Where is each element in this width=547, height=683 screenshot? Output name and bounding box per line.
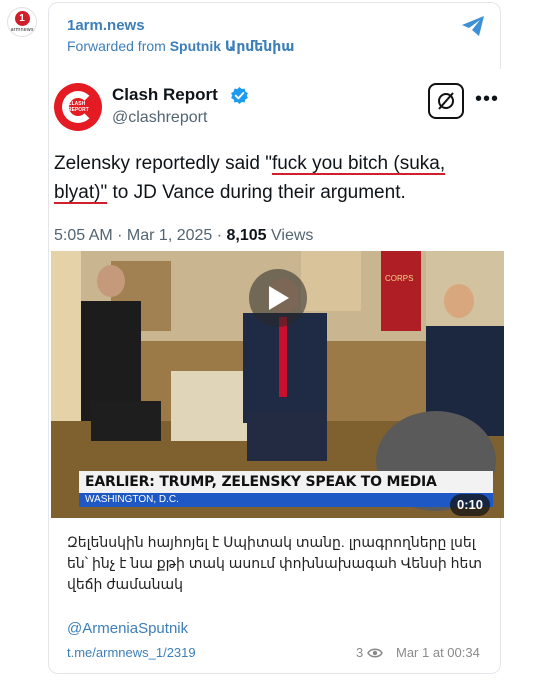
tweet-text-part2: to JD Vance during their argument. [107, 182, 406, 203]
forwarded-from[interactable]: Forwarded from Sputnik Արմենիա [67, 38, 294, 55]
post-views-count: 3 [356, 645, 364, 660]
eye-icon [367, 648, 384, 657]
tweet-author-handle: @clashreport [112, 109, 208, 126]
video-player[interactable]: CORPS EARLIER: TRUMP, ZELENSKY SPEAK TO … [51, 251, 504, 518]
post-mention[interactable]: @ArmeniaSputnik [67, 620, 188, 637]
tweet-views-count: 8,105 [226, 227, 267, 244]
verified-icon [231, 86, 248, 105]
tweet-text-part1: Zelensky reportedly said " [54, 153, 272, 174]
clash-logo-text: CLASH REPORT [68, 101, 89, 113]
channel-logo: 1 [14, 11, 30, 26]
post-views: 3 [356, 645, 384, 660]
grok-icon [438, 92, 454, 110]
video-duration: 0:10 [450, 494, 491, 516]
tweet-views-label: Views [266, 227, 314, 244]
video-headline: EARLIER: TRUMP, ZELENSKY SPEAK TO MEDIA [79, 471, 493, 493]
play-icon [269, 286, 289, 310]
channel-logo-text: armnews [10, 27, 34, 33]
tweet-text: Zelensky reportedly said "fuck you bitch… [54, 149, 499, 207]
play-button[interactable] [249, 269, 307, 327]
tweet-text-underlined1: fuck you bitch (suka, [271, 153, 446, 174]
post-caption: Զելենսկին հայհոյել է Սպիտակ տանը. լրագրո… [67, 534, 483, 592]
grok-button [428, 83, 464, 119]
tweet-meta: 5:05 AM · Mar 1, 2025 · 8,105 Views [54, 227, 313, 245]
message-card: 1arm.news Forwarded from Sputnik Արմենիա… [48, 2, 504, 674]
flag-text: CORPS [385, 274, 413, 283]
tweet-time: 5:05 AM · Mar 1, 2025 · [54, 227, 227, 244]
share-icon[interactable] [460, 15, 486, 37]
more-icon: ••• [475, 88, 500, 110]
channel-avatar[interactable]: 1 armnews [7, 7, 37, 37]
tweet-author-avatar: CLASH REPORT [54, 83, 102, 131]
video-location: WASHINGTON, D.C. [79, 493, 493, 507]
forwarded-source[interactable]: Sputnik Արմենիա [170, 38, 295, 54]
post-link[interactable]: t.me/armnews_1/2319 [67, 645, 196, 660]
forwarded-prefix: Forwarded from [67, 38, 166, 54]
channel-name[interactable]: 1arm.news [67, 17, 145, 34]
post-date: Mar 1 at 00:34 [396, 645, 480, 660]
tweet-screenshot: CLASH REPORT Clash Report @clashreport •… [51, 69, 504, 518]
tweet-author-name: Clash Report [112, 85, 218, 104]
tweet-text-underlined2: blyat)" [54, 182, 108, 203]
